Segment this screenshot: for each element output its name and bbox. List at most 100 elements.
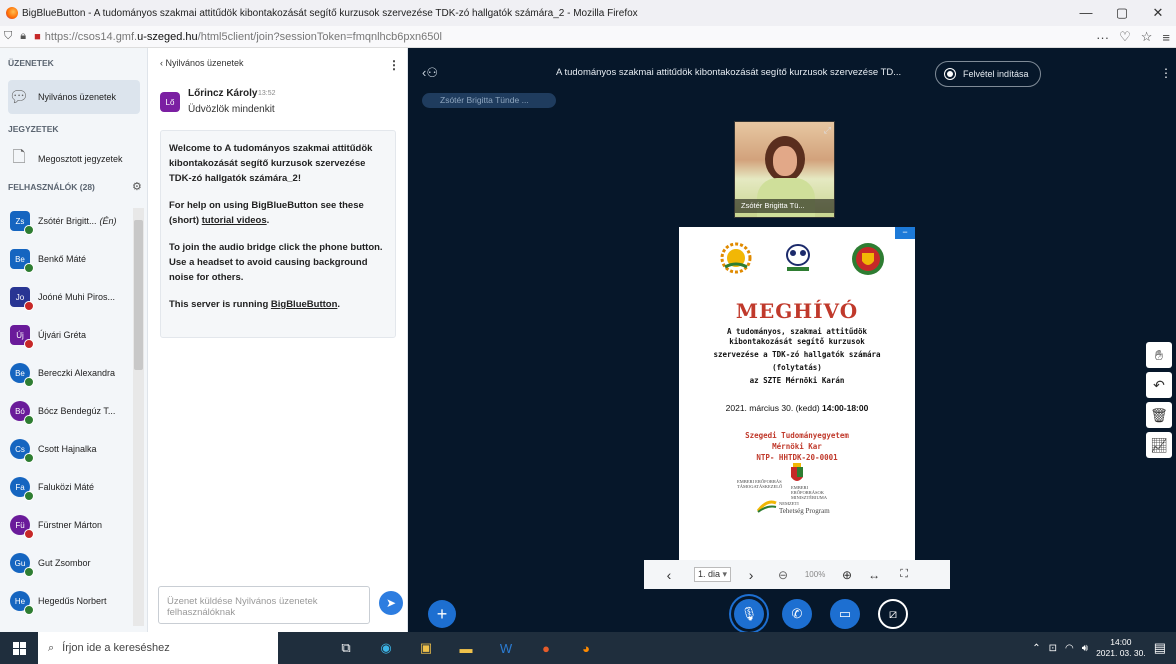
volume-icon[interactable]: 🔊︎ [1082,643,1088,654]
actions-plus-button[interactable]: + [428,600,456,628]
user-audio-status-icon [24,605,34,615]
minimize-presentation-button[interactable]: − [895,227,915,239]
shared-notes-item[interactable]: 🗋︎ Megosztott jegyzetek [8,142,140,176]
slide-heading: MEGHÍVÓ [735,299,859,323]
user-list-item[interactable]: He Hegedűs Norbert [10,588,140,615]
url-text[interactable]: https://csos14.gmf.u-szeged.hu/html5clie… [45,31,442,43]
user-list-item[interactable]: Új Újvári Gréta [10,322,140,349]
slide-controls: ‹ 1. dia ▾ › ⊖ 100% ⊕ ↔ ⛶ [644,560,950,589]
user-avatar: Be [10,363,34,387]
hamburger-menu-icon[interactable]: ≡ [1162,30,1170,45]
file-explorer-icon[interactable]: ▬ [446,632,486,664]
expand-video-icon[interactable]: ⤢ [824,125,831,136]
chat-message-input[interactable]: Üzenet küldése Nyilvános üzenetek felhas… [158,586,370,624]
send-message-button[interactable]: ➤ [379,591,403,615]
user-list-item[interactable]: Be Benkő Máté [10,246,140,273]
user-list-item[interactable]: Gu Gut Zsombor [10,550,140,577]
audio-phone-button[interactable]: ✆ [782,599,812,629]
windows-taskbar: ⌕ Írjon ide a kereséshez ⧉ ◉ ▣ ▬ W ● ◕ [0,632,1176,664]
bigbluebutton-link[interactable]: BigBlueButton [271,299,338,310]
users-section-header: FELHASZNÁLÓK (28) [8,182,95,192]
webcam-video[interactable]: ⤢ Zsótér Brigitta Tü... [734,121,835,218]
user-name: Bereczki Alexandra [38,368,116,378]
user-list-item[interactable]: Fa Faluközi Máté [10,474,140,501]
bookmark-star-icon[interactable]: ☆ [1141,29,1153,45]
microphone-icon: 🎙︎ [740,606,758,621]
next-slide-button[interactable]: › [731,567,771,583]
screen-share-button[interactable]: ⧄ [878,599,908,629]
user-settings-gear-icon[interactable]: ⚙ [132,180,142,193]
chat-back-button[interactable]: ‹ Nyilvános üzenetek [160,58,244,72]
user-list-item[interactable]: Fü Fürstner Márton [10,512,140,539]
user-avatar: Bó [10,401,34,425]
user-audio-status-icon [24,263,34,273]
fit-width-button[interactable]: ↔ [859,568,889,582]
clear-trash-icon[interactable]: 🗑︎ [1146,402,1172,428]
meeting-header: ‹⚇ A tudományos szakmai attitűdök kibont… [408,60,1176,87]
user-list-item[interactable]: Bó Bócz Bendegúz T... [10,398,140,425]
previous-slide-button[interactable]: ‹ [644,567,694,583]
welcome-message: Welcome to A tudományos szakmai attitűdö… [160,130,396,338]
wifi-icon[interactable]: ◠ [1065,643,1074,654]
phone-icon: ✆ [791,606,803,621]
page-actions-icon[interactable]: ··· [1096,30,1109,45]
slide-org-1: Szegedi Tudományegyetem [745,431,849,440]
window-title: BigBlueButton - A tudományos szakmai att… [22,7,638,19]
microphone-button[interactable]: 🎙︎ [734,599,764,629]
pocket-icon[interactable]: ♡ [1119,29,1131,45]
windows-logo-icon [12,641,26,655]
user-name: Bócz Bendegúz T... [38,406,116,416]
maximize-window-button[interactable]: ▢ [1104,0,1140,26]
network-icon[interactable]: ⊡ [1049,643,1057,654]
slide-line-3: szervezése a TDK-zó hallgatók számára [713,350,881,359]
chat-options-icon[interactable]: ⋮ [388,58,400,72]
slide-select[interactable]: 1. dia ▾ [694,567,732,582]
media-controls: 🎙︎ ✆ ▭ ⧄ [734,599,908,631]
user-avatar: Cs [10,439,34,463]
options-menu-icon[interactable]: ⋮ [1160,66,1172,80]
user-avatar: Zs [10,211,34,235]
webcam-button[interactable]: ▭ [830,599,860,629]
start-button[interactable] [0,632,38,664]
word-icon[interactable]: W [486,632,526,664]
user-list-item[interactable]: Jo Joóné Muhi Piros... [10,284,140,311]
start-recording-button[interactable]: Felvétel indítása [935,61,1041,87]
tray-chevron-icon[interactable]: ⌃ [1032,643,1040,654]
toggle-userlist-icon[interactable]: ‹⚇ [422,65,438,81]
lock-icon[interactable]: 🔒︎ [20,30,26,43]
task-view-icon[interactable]: ⧉ [326,632,366,664]
permissions-icon[interactable]: ■ [34,31,41,43]
user-list-item[interactable]: Be Bereczki Alexandra [10,360,140,387]
user-list-item[interactable]: Cs Csott Hajnalka [10,436,140,463]
multi-user-whiteboard-icon[interactable]: 📈︎ [1146,432,1172,458]
store-icon[interactable]: ▣ [406,632,446,664]
fullscreen-button[interactable]: ⛶ [889,568,919,581]
user-avatar: Fa [10,477,34,501]
clock[interactable]: 14:00 2021. 03. 30. [1096,637,1146,659]
taskbar-search[interactable]: ⌕ Írjon ide a kereséshez [38,632,278,664]
slide-date: 2021. március 30. (kedd) 14:00-18:00 [725,403,869,413]
address-bar[interactable]: ⛉ 🔒︎ ■ https://csos14.gmf.u-szeged.hu/ht… [0,26,1176,48]
zoom-in-button[interactable]: ⊕ [835,568,859,582]
shield-icon[interactable]: ⛉ [4,30,12,43]
undo-icon[interactable]: ↶ [1146,372,1172,398]
user-list-item[interactable]: Zs Zsótér Brigitt... (Én) [10,208,140,235]
zoom-out-button[interactable]: ⊖ [771,568,795,582]
close-window-button[interactable]: ✕ [1140,0,1176,26]
tutorial-videos-link[interactable]: tutorial videos [202,215,267,226]
hungarian-coat-of-arms-logo [791,463,803,481]
user-audio-status-icon [24,453,34,463]
firefox-taskbar-icon[interactable]: ◕ [566,632,606,664]
public-chat-item[interactable]: 💬︎ Nyilvános üzenetek [8,80,140,114]
edge-icon[interactable]: ◉ [366,632,406,664]
user-name: Újvári Gréta [38,330,87,340]
user-list-scrollbar[interactable] [133,208,144,626]
hand-tool-icon[interactable]: ✋︎ [1146,342,1172,368]
webcam-username: Zsótér Brigitta Tü... [735,199,834,213]
user-avatar: Be [10,249,34,273]
notes-section-header: JEGYZETEK [8,124,59,134]
slide-org-3: NTP- HHTDK-20-0001 [756,453,838,462]
powerpoint-icon[interactable]: ● [526,632,566,664]
notifications-icon[interactable]: ▤ [1154,640,1166,656]
minimize-window-button[interactable]: — [1068,0,1104,26]
